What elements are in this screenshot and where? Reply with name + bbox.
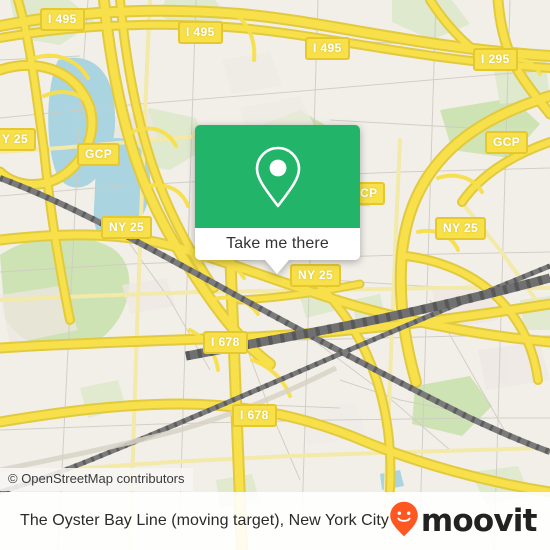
road-shield-ny25-right: NY 25 (435, 217, 487, 240)
callout-icon-panel (195, 125, 360, 228)
road-shield-i678-upper: I 678 (203, 331, 248, 354)
callout-tail-pointer (265, 260, 289, 274)
road-shield-i295: I 295 (473, 48, 518, 71)
road-shield-gcp-left: GCP (77, 143, 121, 166)
take-me-there-label: Take me there (226, 235, 329, 252)
osm-attribution[interactable]: © OpenStreetMap contributors (0, 468, 193, 491)
bottom-info-bar: The Oyster Bay Line (moving target), New… (0, 492, 550, 550)
road-shield-ny25-center: NY 25 (290, 264, 342, 287)
road-shield-i495-c: I 495 (305, 37, 350, 60)
map-screenshot: I 495 I 495 I 495 I 295 Y 25 GCP GCP CP … (0, 0, 550, 550)
road-shield-i495-a: I 495 (40, 8, 85, 31)
road-shield-i495-b: I 495 (178, 21, 223, 44)
page-title: The Oyster Bay Line (moving target), New… (20, 512, 389, 529)
take-me-there-button[interactable]: Take me there (195, 228, 360, 260)
moovit-wordmark: moovit (420, 502, 538, 539)
location-callout-card[interactable]: Take me there (195, 125, 360, 274)
map-pin-icon (252, 145, 304, 209)
moovit-logo[interactable]: moovit (389, 501, 537, 542)
moovit-pin-smiley-icon (389, 501, 419, 542)
road-shield-gcp-right: GCP (485, 131, 529, 154)
road-shield-i678-lower: I 678 (232, 404, 277, 427)
road-shield-ny25-left: NY 25 (101, 216, 153, 239)
road-shield-ny25-clipped: Y 25 (0, 128, 37, 151)
